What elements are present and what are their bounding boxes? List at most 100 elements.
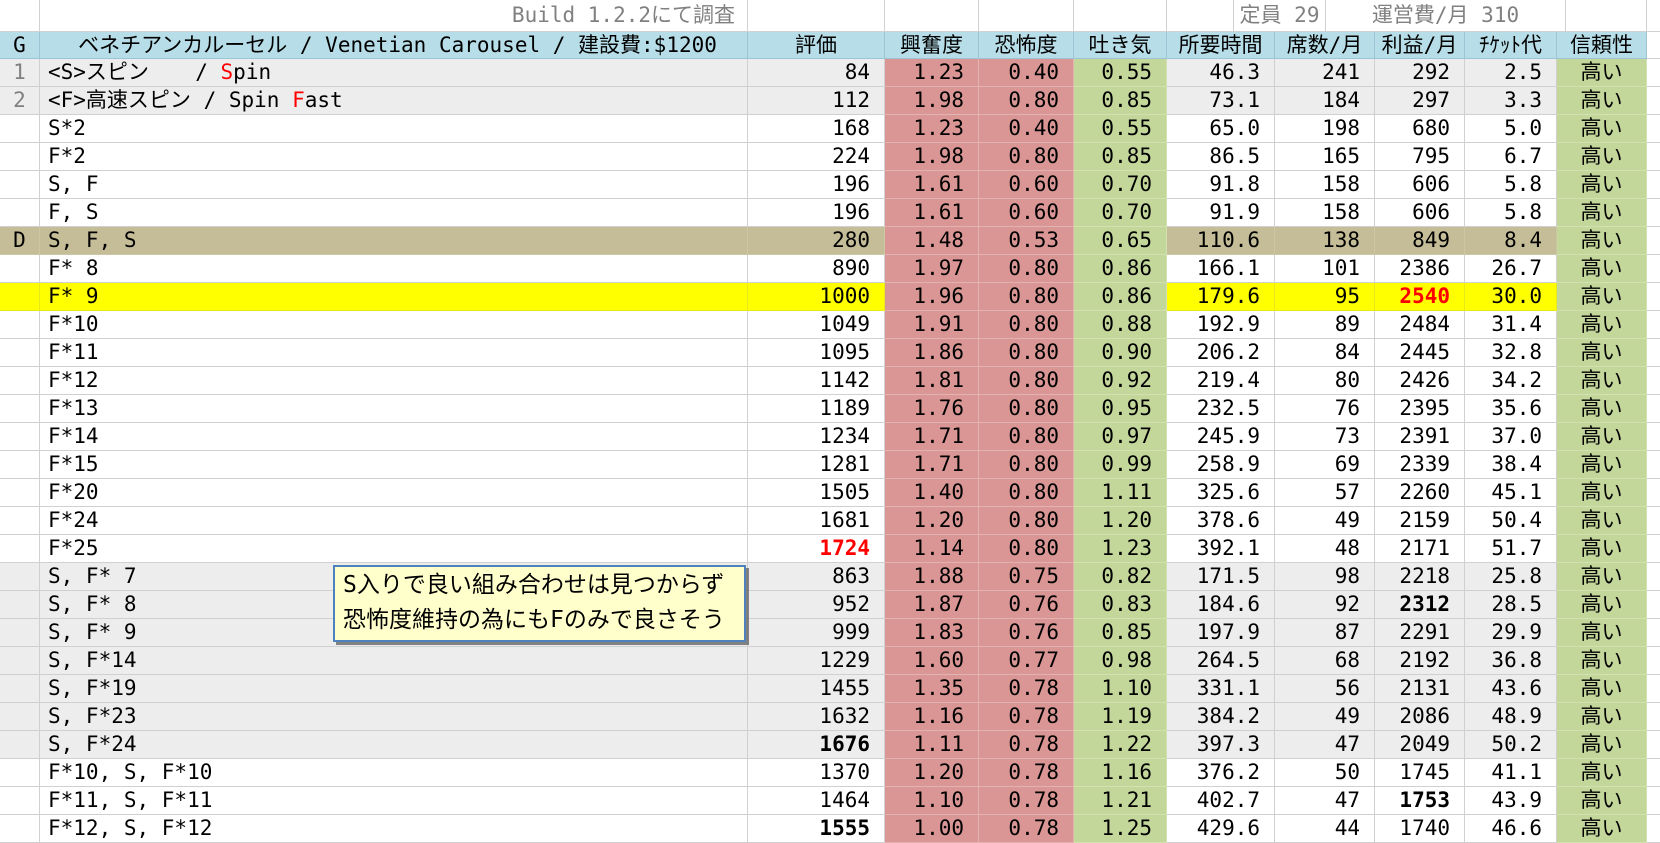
cell-nausea[interactable]: 1.21 (1074, 787, 1167, 815)
operating-cost-cell[interactable]: 運営費/月 310 (1326, 0, 1566, 32)
cell-reliability[interactable]: 高い (1557, 563, 1647, 591)
cell-seats-per-month[interactable]: 48 (1275, 535, 1375, 563)
cell-reliability[interactable]: 高い (1557, 227, 1647, 255)
cell-ride-time[interactable]: 232.5 (1167, 395, 1275, 423)
cell-group[interactable] (0, 115, 40, 143)
cell-reliability[interactable]: 高い (1557, 199, 1647, 227)
cell-group[interactable] (0, 479, 40, 507)
cell-fear[interactable]: 0.78 (979, 675, 1074, 703)
cell-ticket-price[interactable]: 45.1 (1465, 479, 1557, 507)
cell-group[interactable] (0, 255, 40, 283)
cell-seats-per-month[interactable]: 44 (1275, 815, 1375, 843)
cell-combo-label[interactable]: <S>スピン / Spin (40, 59, 748, 87)
cell-combo-label[interactable]: S, F, S (40, 227, 748, 255)
cell-ticket-price[interactable]: 31.4 (1465, 311, 1557, 339)
cell-combo-label[interactable]: S, F*23 (40, 703, 748, 731)
cell-ride-time[interactable]: 73.1 (1167, 87, 1275, 115)
cell-nausea[interactable]: 1.20 (1074, 507, 1167, 535)
cell-seats-per-month[interactable]: 56 (1275, 675, 1375, 703)
cell-gutter[interactable] (1647, 339, 1660, 367)
header-fear[interactable]: 恐怖度 (979, 32, 1074, 59)
cell-rating[interactable]: 112 (748, 87, 885, 115)
cell-profit-per-month[interactable]: 2086 (1375, 703, 1465, 731)
cell-ride-time[interactable]: 264.5 (1167, 647, 1275, 675)
cell-ticket-price[interactable]: 8.4 (1465, 227, 1557, 255)
cell-group[interactable] (0, 339, 40, 367)
cell-profit-per-month[interactable]: 606 (1375, 171, 1465, 199)
cell-rating[interactable]: 890 (748, 255, 885, 283)
cell-group[interactable]: 2 (0, 87, 40, 115)
cell-rating[interactable]: 863 (748, 563, 885, 591)
cell-ride-time[interactable]: 65.0 (1167, 115, 1275, 143)
cell-rating[interactable]: 168 (748, 115, 885, 143)
cell-ride-time[interactable]: 184.6 (1167, 591, 1275, 619)
header-reliability[interactable]: 信頼性 (1557, 32, 1647, 59)
header-nausea[interactable]: 吐き気 (1074, 32, 1167, 59)
cell-reliability[interactable]: 高い (1557, 59, 1647, 87)
cell-seats-per-month[interactable]: 95 (1275, 283, 1375, 311)
cell-fear[interactable]: 0.75 (979, 563, 1074, 591)
cell-excitement[interactable]: 1.91 (885, 311, 979, 339)
cell-gutter[interactable] (1647, 227, 1660, 255)
cell-fear[interactable]: 0.80 (979, 255, 1074, 283)
cell-ticket-price[interactable]: 38.4 (1465, 451, 1557, 479)
cell-gutter[interactable] (1647, 479, 1660, 507)
cell-rating[interactable]: 1632 (748, 703, 885, 731)
build-note-cell[interactable]: Build 1.2.2にて調査 (40, 0, 748, 32)
cell-combo-label[interactable]: F*13 (40, 395, 748, 423)
cell-nausea[interactable]: 0.86 (1074, 283, 1167, 311)
cell-fear[interactable]: 0.76 (979, 591, 1074, 619)
cell-fear[interactable]: 0.80 (979, 367, 1074, 395)
cell-profit-per-month[interactable]: 292 (1375, 59, 1465, 87)
cell-excitement[interactable]: 1.48 (885, 227, 979, 255)
cell-ride-time[interactable]: 197.9 (1167, 619, 1275, 647)
cell-group[interactable] (0, 563, 40, 591)
cell-gutter[interactable] (1647, 395, 1660, 423)
cell-fear[interactable]: 0.53 (979, 227, 1074, 255)
cell-excitement[interactable]: 1.10 (885, 787, 979, 815)
cell-ride-time[interactable]: 171.5 (1167, 563, 1275, 591)
cell-rating[interactable]: 1234 (748, 423, 885, 451)
cell-combo-label[interactable]: S, F*24 (40, 731, 748, 759)
cell-nausea[interactable]: 0.85 (1074, 143, 1167, 171)
cell-gutter[interactable] (1647, 143, 1660, 171)
capacity-cell[interactable]: 定員 29 (1234, 0, 1326, 32)
cell-nausea[interactable]: 1.19 (1074, 703, 1167, 731)
cell-fear[interactable]: 0.80 (979, 423, 1074, 451)
cell-excitement[interactable]: 1.20 (885, 507, 979, 535)
cell-seats-per-month[interactable]: 89 (1275, 311, 1375, 339)
cell-fear[interactable]: 0.60 (979, 199, 1074, 227)
header-rating[interactable]: 評価 (748, 32, 885, 59)
cell-profit-per-month[interactable]: 1740 (1375, 815, 1465, 843)
cell-combo-label[interactable]: S, F*19 (40, 675, 748, 703)
cell-nausea[interactable]: 0.70 (1074, 171, 1167, 199)
cell-ride-time[interactable]: 206.2 (1167, 339, 1275, 367)
cell-nausea[interactable]: 0.55 (1074, 115, 1167, 143)
cell-reliability[interactable]: 高い (1557, 367, 1647, 395)
cell-group[interactable] (0, 619, 40, 647)
cell-rating[interactable]: 999 (748, 619, 885, 647)
cell-reliability[interactable]: 高い (1557, 311, 1647, 339)
cell-group[interactable] (0, 647, 40, 675)
cell-ride-time[interactable]: 91.9 (1167, 199, 1275, 227)
cell-excitement[interactable]: 1.83 (885, 619, 979, 647)
cell-fear[interactable]: 0.78 (979, 759, 1074, 787)
cell-seats-per-month[interactable]: 101 (1275, 255, 1375, 283)
cell-ride-time[interactable]: 86.5 (1167, 143, 1275, 171)
cell-excitement[interactable]: 1.71 (885, 423, 979, 451)
cell-reliability[interactable]: 高い (1557, 479, 1647, 507)
cell-group[interactable] (0, 731, 40, 759)
cell-group[interactable] (0, 507, 40, 535)
cell-ride-time[interactable]: 429.6 (1167, 815, 1275, 843)
cell-ride-time[interactable]: 91.8 (1167, 171, 1275, 199)
cell-nausea[interactable]: 0.88 (1074, 311, 1167, 339)
cell-group[interactable] (0, 787, 40, 815)
cell-ride-time[interactable]: 46.3 (1167, 59, 1275, 87)
cell-reliability[interactable]: 高い (1557, 731, 1647, 759)
cell-gutter[interactable] (1647, 115, 1660, 143)
cell-ticket-price[interactable]: 51.7 (1465, 535, 1557, 563)
header-ride-time[interactable]: 所要時間 (1167, 32, 1275, 59)
header-group-column[interactable]: G (0, 32, 40, 59)
cell-nausea[interactable]: 0.65 (1074, 227, 1167, 255)
cell-fear[interactable]: 0.78 (979, 703, 1074, 731)
